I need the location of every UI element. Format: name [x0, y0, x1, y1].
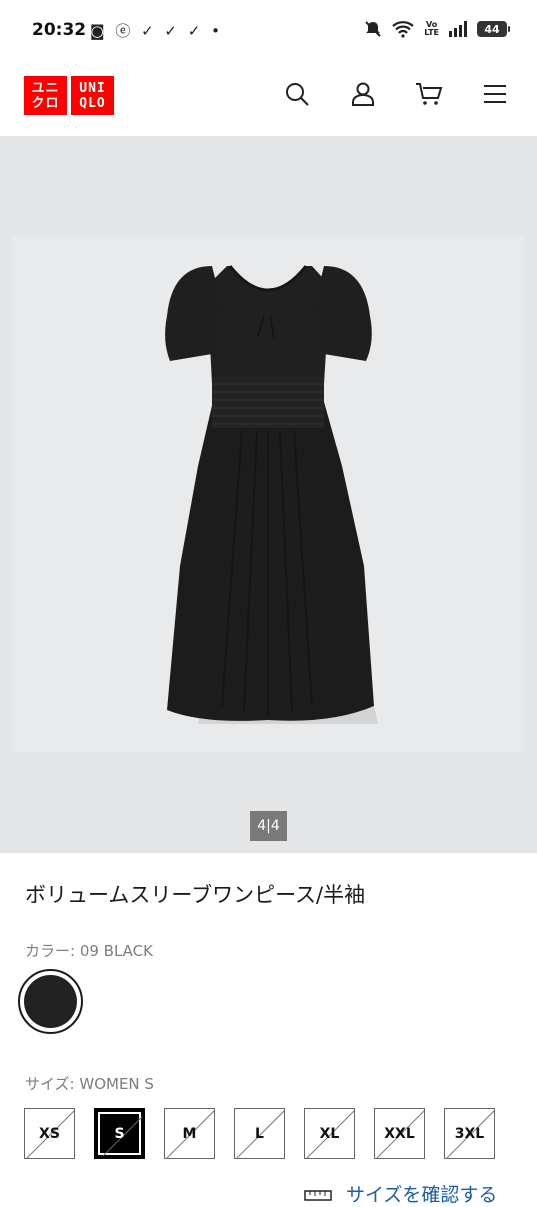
size-label: サイズ: WOMEN S: [25, 1075, 154, 1093]
site-header: ユニ クロ UNI QLO: [0, 62, 537, 136]
color-swatch-black[interactable]: [18, 969, 83, 1034]
product-title: ボリュームスリーブワンピース/半袖: [25, 883, 366, 907]
size-check-label[interactable]: サイズを確認する: [346, 1180, 497, 1207]
size-option-xs[interactable]: XS: [24, 1108, 75, 1159]
battery-icon: 44: [477, 21, 510, 37]
header-actions: [283, 80, 509, 108]
wifi-icon: [392, 21, 415, 38]
swatch-fill: [24, 975, 77, 1028]
size-option-l[interactable]: L: [234, 1108, 285, 1159]
search-icon[interactable]: [283, 80, 311, 108]
ruler-icon: [304, 1189, 332, 1201]
size-option-s[interactable]: S: [94, 1108, 145, 1159]
mute-icon: [365, 21, 382, 37]
notification-icons: ◙ ⓔ ✓ ✓ ✓ •: [90, 22, 223, 40]
size-selector: XS S M L XL XXL 3XL: [24, 1108, 495, 1159]
size-option-m[interactable]: M: [164, 1108, 215, 1159]
size-check-link[interactable]: サイズを確認する: [304, 1180, 497, 1207]
signal-icon: [449, 21, 467, 37]
status-right: Vo LTE 44: [364, 20, 510, 38]
menu-icon[interactable]: [481, 80, 509, 108]
image-counter: 4|4: [250, 811, 287, 841]
dress-illustration: [165, 265, 378, 724]
volte-icon: Vo LTE: [424, 20, 439, 37]
color-value: 09 BLACK: [79, 942, 153, 960]
size-value: WOMEN S: [79, 1075, 154, 1093]
product-image[interactable]: [12, 236, 524, 752]
account-icon[interactable]: [349, 80, 377, 108]
size-option-xxl[interactable]: XXL: [374, 1108, 425, 1159]
logo-box-katakana: ユニ クロ: [24, 76, 67, 115]
color-label: カラー: 09 BLACK: [25, 942, 153, 960]
status-bar: 20:32 ◙ ⓔ ✓ ✓ ✓ • Vo LTE 44: [0, 0, 537, 62]
product-gallery[interactable]: 4|4: [0, 136, 537, 853]
size-option-xl[interactable]: XL: [304, 1108, 355, 1159]
size-option-3xl[interactable]: 3XL: [444, 1108, 495, 1159]
status-time: 20:32: [32, 20, 87, 40]
uniqlo-logo[interactable]: ユニ クロ UNI QLO: [24, 76, 114, 115]
cart-icon[interactable]: [415, 80, 443, 108]
logo-box-latin: UNI QLO: [71, 76, 114, 115]
